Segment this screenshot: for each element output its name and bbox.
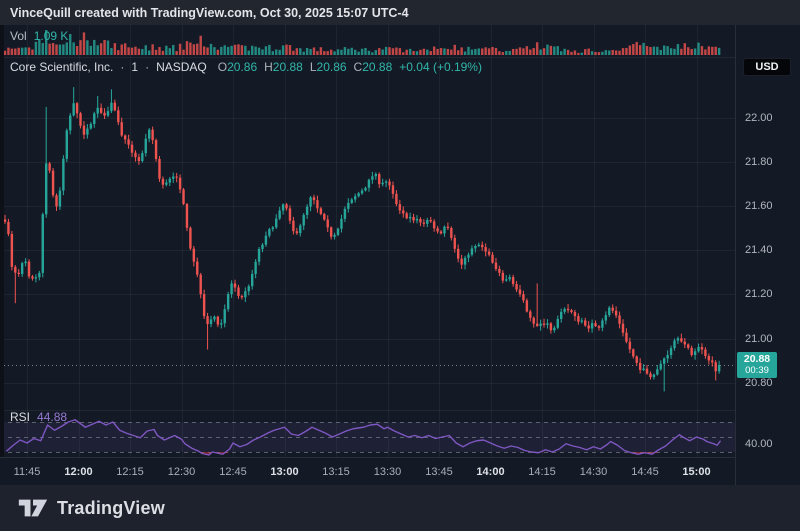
currency-button[interactable]: USD: [743, 58, 791, 76]
ohlc-open: O20.86: [218, 60, 257, 74]
volume-legend: Vol 1.09 K: [10, 29, 68, 43]
volume-label: Vol: [10, 29, 27, 43]
rsi-legend: RSI 44.88: [10, 410, 67, 424]
symbol-exchange: NASDAQ: [156, 60, 207, 74]
ohlc-high: H20.88: [264, 60, 303, 74]
time-axis-label: 13:30: [374, 466, 402, 478]
high-value: 20.88: [273, 60, 303, 74]
low-value: 20.86: [317, 60, 347, 74]
symbol-name: Core Scientific, Inc.: [10, 60, 113, 74]
price-axis-label: 21.80: [745, 156, 773, 168]
price-axis-label: 21.60: [745, 200, 773, 212]
bar-countdown: 00:39: [737, 366, 777, 376]
price-axis-label: 20.80: [745, 377, 773, 389]
tradingview-brand[interactable]: TradingView: [57, 498, 165, 519]
time-axis-label: 13:15: [322, 466, 350, 478]
time-axis-label: 13:00: [270, 466, 298, 478]
time-axis-label: 15:00: [682, 466, 710, 478]
chart-left-edge: [0, 25, 4, 457]
price-axis[interactable]: USD 22.0021.8021.6021.4021.2021.0020.80 …: [735, 25, 800, 485]
close-value: 20.88: [362, 60, 392, 74]
time-axis-label: 14:30: [580, 466, 608, 478]
open-label: O: [218, 60, 227, 74]
time-axis-label: 12:15: [116, 466, 144, 478]
time-axis-label: 13:45: [425, 466, 453, 478]
price-axis-label: 21.20: [745, 288, 773, 300]
ohlc-low: L20.86: [310, 60, 347, 74]
tradingview-chart-screenshot: VinceQuill created with TradingView.com,…: [0, 0, 800, 531]
ohlc-close: C20.88: [354, 60, 393, 74]
tradingview-logo-icon[interactable]: [18, 497, 48, 519]
separator-dot: ·: [120, 60, 124, 74]
change-value: +0.04 (+0.19%): [399, 60, 482, 74]
chart-area[interactable]: Vol 1.09 K Core Scientific, Inc. · 1 · N…: [0, 25, 800, 485]
time-axis-label: 12:00: [64, 466, 92, 478]
price-axis-label: 21.40: [745, 244, 773, 256]
time-axis-label: 12:30: [168, 466, 196, 478]
time-axis-label: 12:45: [219, 466, 247, 478]
rsi-label: RSI: [10, 410, 30, 424]
separator-dot: ·: [145, 60, 149, 74]
time-axis-label: 14:45: [631, 466, 659, 478]
time-axis-label: 11:45: [14, 466, 41, 478]
last-price-badge[interactable]: 20.88 00:39: [737, 352, 777, 378]
price-axis-label: 22.00: [745, 112, 773, 124]
time-axis-label: 14:00: [476, 466, 504, 478]
rsi-axis-label: 40.00: [745, 438, 773, 450]
high-label: H: [264, 60, 273, 74]
attribution-bar: VinceQuill created with TradingView.com,…: [0, 0, 800, 25]
price-axis-label: 21.00: [745, 333, 773, 345]
rsi-value: 44.88: [37, 410, 67, 424]
symbol-interval: 1: [131, 60, 138, 74]
low-label: L: [310, 60, 317, 74]
volume-value: 1.09 K: [34, 29, 69, 43]
symbol-legend: Core Scientific, Inc. · 1 · NASDAQ O20.8…: [10, 60, 482, 74]
time-axis-label: 14:15: [528, 466, 556, 478]
price-chart-canvas[interactable]: [0, 25, 735, 457]
attribution-text: VinceQuill created with TradingView.com,…: [10, 6, 409, 20]
close-label: C: [354, 60, 363, 74]
currency-label: USD: [755, 61, 778, 73]
open-value: 20.86: [227, 60, 257, 74]
time-axis[interactable]: 11:45 12:00 12:15 12:30 12:45 13:00 13:15 13:30…: [0, 457, 800, 485]
footer-bar: TradingView: [0, 485, 800, 531]
